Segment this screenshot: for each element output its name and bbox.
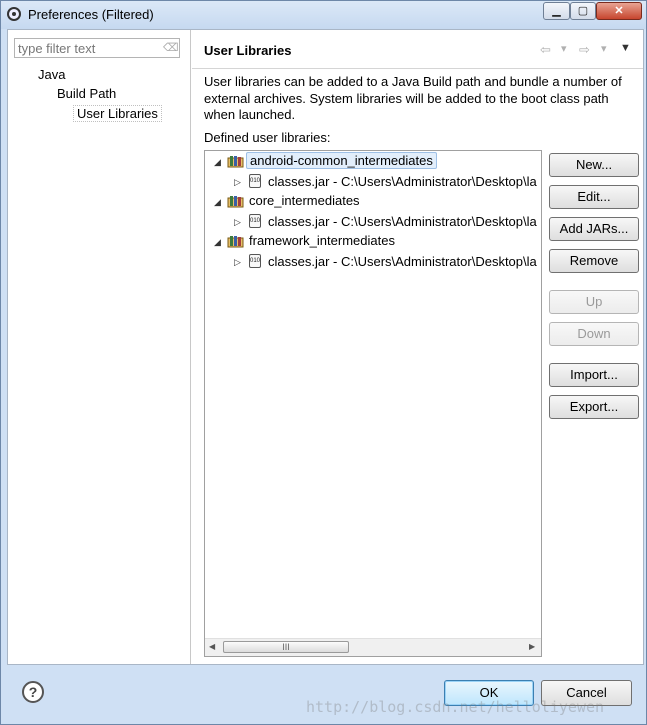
page-title: User Libraries bbox=[204, 43, 292, 58]
new-button[interactable]: New... bbox=[549, 153, 639, 177]
horizontal-scrollbar[interactable]: ◀ III ▶ bbox=[205, 638, 541, 656]
user-libraries-page: User Libraries ⇦ ▾ ⇨ ▾ ▼ User libraries … bbox=[192, 30, 643, 664]
collapsed-icon[interactable]: ▷ bbox=[234, 177, 244, 187]
watermark: http://blog.csdn.net/helloliyewen bbox=[306, 698, 605, 716]
scrollbar-thumb[interactable]: III bbox=[223, 641, 349, 653]
expanded-icon[interactable]: ◢ bbox=[214, 157, 224, 167]
view-menu-icon[interactable]: ▼ bbox=[620, 42, 631, 54]
filter-input[interactable]: type filter text ⌫ bbox=[14, 38, 180, 58]
minimize-button[interactable]: ▁ bbox=[543, 2, 570, 20]
filter-placeholder: type filter text bbox=[18, 41, 96, 56]
dialog-client: type filter text ⌫ Java Build Path User … bbox=[7, 29, 644, 665]
preference-tree-pane: type filter text ⌫ Java Build Path User … bbox=[8, 30, 191, 664]
help-icon[interactable]: ? bbox=[22, 681, 44, 703]
tree-item-build-path[interactable]: Build Path bbox=[57, 86, 116, 101]
remove-button[interactable]: Remove bbox=[549, 249, 639, 273]
library-icon bbox=[227, 196, 244, 208]
expanded-icon[interactable]: ◢ bbox=[214, 237, 224, 247]
scroll-left-icon[interactable]: ◀ bbox=[209, 642, 215, 651]
close-button[interactable]: ✕ bbox=[596, 2, 642, 20]
jar-icon: 010 bbox=[249, 174, 261, 188]
jar-path[interactable]: classes.jar - C:\Users\Administrator\Des… bbox=[268, 214, 537, 229]
edit-button[interactable]: Edit... bbox=[549, 185, 639, 209]
library-row[interactable]: ◢ core_intermediates bbox=[205, 192, 541, 212]
collapsed-icon[interactable]: ▷ bbox=[234, 217, 244, 227]
export-button[interactable]: Export... bbox=[549, 395, 639, 419]
window-title: Preferences (Filtered) bbox=[28, 7, 154, 22]
library-jar-row[interactable]: ▷ 010 classes.jar - C:\Users\Administrat… bbox=[205, 212, 541, 232]
back-icon[interactable]: ⇦ bbox=[540, 42, 551, 58]
import-button[interactable]: Import... bbox=[549, 363, 639, 387]
collapsed-icon[interactable]: ▷ bbox=[234, 257, 244, 267]
scroll-right-icon[interactable]: ▶ bbox=[529, 642, 535, 651]
library-name[interactable]: android-common_intermediates bbox=[246, 152, 437, 169]
forward-icon[interactable]: ⇨ bbox=[579, 42, 590, 58]
library-jar-row[interactable]: ▷ 010 classes.jar - C:\Users\Administrat… bbox=[205, 172, 541, 192]
preferences-window: Preferences (Filtered) ▁ ▢ ✕ type filter… bbox=[0, 0, 647, 725]
tree-item-user-libraries[interactable]: User Libraries bbox=[73, 105, 162, 122]
jar-icon: 010 bbox=[249, 214, 261, 228]
library-row[interactable]: ◢ android-common_intermediates bbox=[205, 152, 541, 172]
maximize-button[interactable]: ▢ bbox=[570, 2, 596, 20]
library-name[interactable]: framework_intermediates bbox=[249, 233, 395, 248]
jar-path[interactable]: classes.jar - C:\Users\Administrator\Des… bbox=[268, 174, 537, 189]
down-button[interactable]: Down bbox=[549, 322, 639, 346]
header-separator bbox=[192, 68, 643, 69]
add-jars-button[interactable]: Add JARs... bbox=[549, 217, 639, 241]
tree-item-java[interactable]: Java bbox=[38, 67, 65, 82]
user-libraries-tree[interactable]: ◢ android-common_intermediates ▷ 010 cla… bbox=[204, 150, 542, 657]
library-jar-row[interactable]: ▷ 010 classes.jar - C:\Users\Administrat… bbox=[205, 252, 541, 272]
jar-path[interactable]: classes.jar - C:\Users\Administrator\Des… bbox=[268, 254, 537, 269]
library-icon bbox=[227, 156, 244, 168]
back-menu-icon[interactable]: ▾ bbox=[561, 42, 567, 55]
title-bar[interactable]: Preferences (Filtered) ▁ ▢ ✕ bbox=[1, 1, 646, 29]
eclipse-icon bbox=[7, 7, 21, 21]
library-icon bbox=[227, 236, 244, 248]
page-description: User libraries can be added to a Java Bu… bbox=[204, 74, 622, 122]
clear-filter-icon[interactable]: ⌫ bbox=[163, 41, 179, 54]
defined-libraries-label: Defined user libraries: bbox=[204, 130, 331, 145]
up-button[interactable]: Up bbox=[549, 290, 639, 314]
jar-icon: 010 bbox=[249, 254, 261, 268]
library-name[interactable]: core_intermediates bbox=[249, 193, 360, 208]
forward-menu-icon[interactable]: ▾ bbox=[601, 42, 607, 55]
library-row[interactable]: ◢ framework_intermediates bbox=[205, 232, 541, 252]
expanded-icon[interactable]: ◢ bbox=[214, 197, 224, 207]
